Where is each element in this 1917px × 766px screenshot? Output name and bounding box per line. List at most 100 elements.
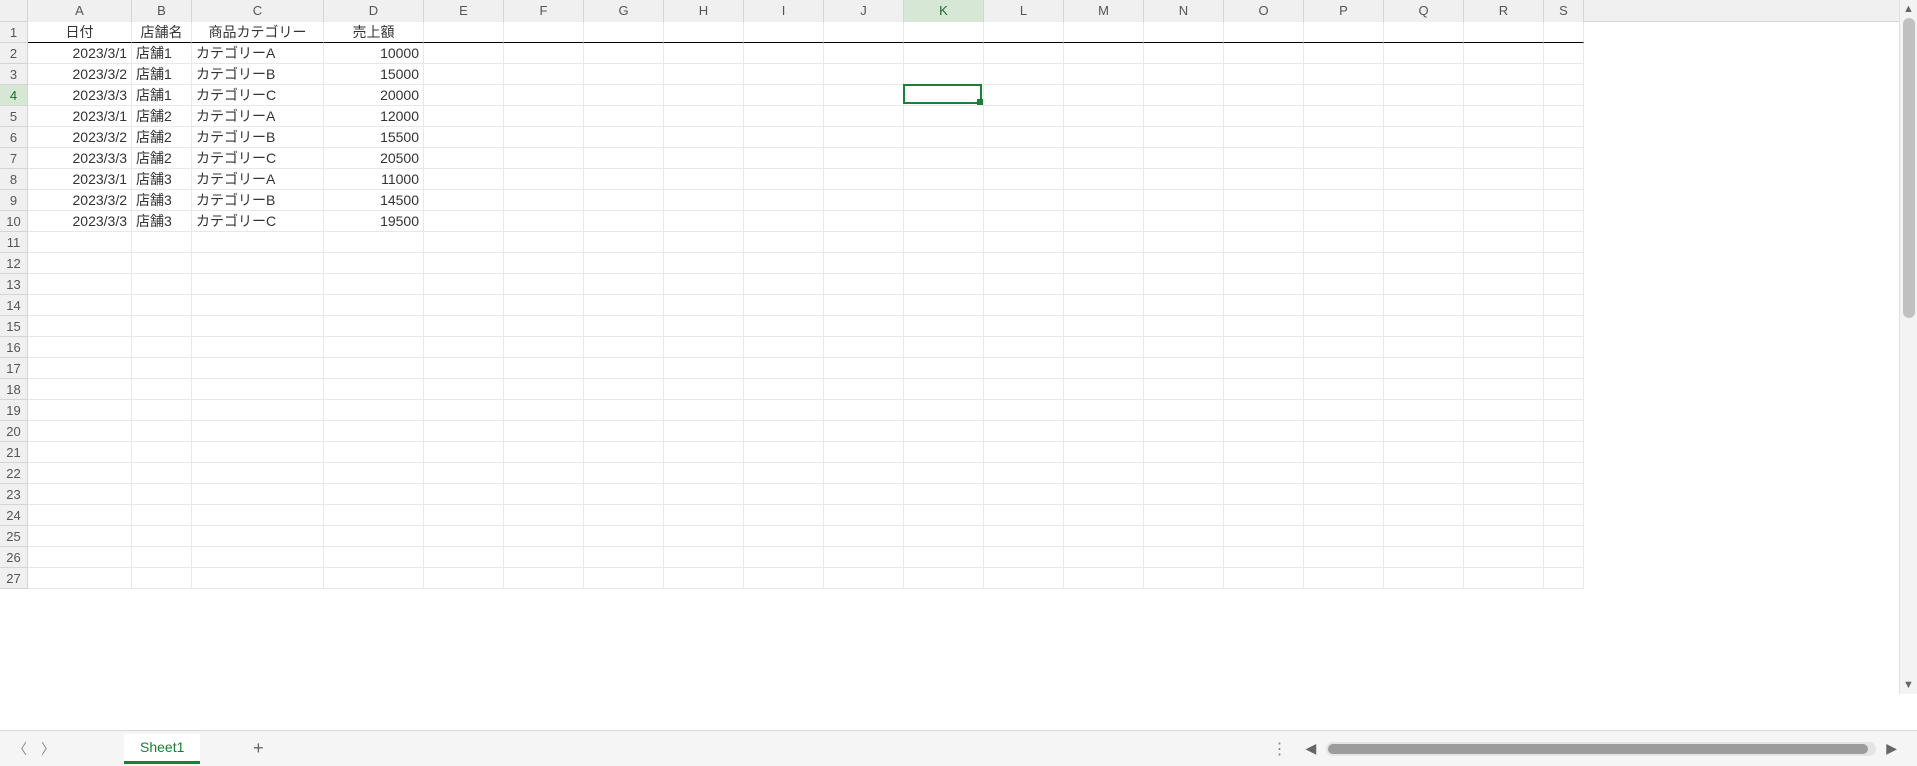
cell-L25[interactable] (984, 526, 1064, 547)
cell-C13[interactable] (192, 274, 324, 295)
cell-J4[interactable] (824, 85, 904, 106)
cell-S24[interactable] (1544, 505, 1584, 526)
cell-Q2[interactable] (1384, 43, 1464, 64)
cell-J14[interactable] (824, 295, 904, 316)
cell-H5[interactable] (664, 106, 744, 127)
cell-E26[interactable] (424, 547, 504, 568)
cell-P18[interactable] (1304, 379, 1384, 400)
cell-G14[interactable] (584, 295, 664, 316)
cell-M11[interactable] (1064, 232, 1144, 253)
cell-R22[interactable] (1464, 463, 1544, 484)
cell-L3[interactable] (984, 64, 1064, 85)
cell-M17[interactable] (1064, 358, 1144, 379)
cell-L17[interactable] (984, 358, 1064, 379)
cell-Q1[interactable] (1384, 22, 1464, 43)
cell-O11[interactable] (1224, 232, 1304, 253)
cell-F3[interactable] (504, 64, 584, 85)
cell-A5[interactable]: 2023/3/1 (28, 106, 132, 127)
cell-P21[interactable] (1304, 442, 1384, 463)
cell-A9[interactable]: 2023/3/2 (28, 190, 132, 211)
cell-K9[interactable] (904, 190, 984, 211)
cell-H9[interactable] (664, 190, 744, 211)
cell-S27[interactable] (1544, 568, 1584, 589)
cell-A26[interactable] (28, 547, 132, 568)
cell-A2[interactable]: 2023/3/1 (28, 43, 132, 64)
cell-Q13[interactable] (1384, 274, 1464, 295)
row-header-6[interactable]: 6 (0, 127, 28, 148)
cell-P23[interactable] (1304, 484, 1384, 505)
cell-P19[interactable] (1304, 400, 1384, 421)
cell-H13[interactable] (664, 274, 744, 295)
cell-N10[interactable] (1144, 211, 1224, 232)
cell-H10[interactable] (664, 211, 744, 232)
cell-R12[interactable] (1464, 253, 1544, 274)
cell-M24[interactable] (1064, 505, 1144, 526)
cell-O21[interactable] (1224, 442, 1304, 463)
cell-Q15[interactable] (1384, 316, 1464, 337)
cell-P17[interactable] (1304, 358, 1384, 379)
cell-L20[interactable] (984, 421, 1064, 442)
cell-M19[interactable] (1064, 400, 1144, 421)
cell-E27[interactable] (424, 568, 504, 589)
row-header-5[interactable]: 5 (0, 106, 28, 127)
vscroll-track[interactable] (1900, 18, 1917, 676)
cell-D6[interactable]: 15500 (324, 127, 424, 148)
cell-C15[interactable] (192, 316, 324, 337)
row-header-24[interactable]: 24 (0, 505, 28, 526)
cell-F14[interactable] (504, 295, 584, 316)
cell-S18[interactable] (1544, 379, 1584, 400)
row-header-4[interactable]: 4 (0, 85, 28, 106)
cell-J17[interactable] (824, 358, 904, 379)
cell-O4[interactable] (1224, 85, 1304, 106)
cell-H27[interactable] (664, 568, 744, 589)
cell-M5[interactable] (1064, 106, 1144, 127)
cell-M8[interactable] (1064, 169, 1144, 190)
cell-Q11[interactable] (1384, 232, 1464, 253)
row-header-18[interactable]: 18 (0, 379, 28, 400)
vscroll-thumb[interactable] (1903, 18, 1915, 318)
cell-E6[interactable] (424, 127, 504, 148)
cell-Q20[interactable] (1384, 421, 1464, 442)
row-header-7[interactable]: 7 (0, 148, 28, 169)
cell-A25[interactable] (28, 526, 132, 547)
cell-A3[interactable]: 2023/3/2 (28, 64, 132, 85)
cell-N26[interactable] (1144, 547, 1224, 568)
cell-S1[interactable] (1544, 22, 1584, 43)
cell-L22[interactable] (984, 463, 1064, 484)
cell-F7[interactable] (504, 148, 584, 169)
column-header-A[interactable]: A (28, 0, 132, 22)
cell-H2[interactable] (664, 43, 744, 64)
cell-R1[interactable] (1464, 22, 1544, 43)
cell-R16[interactable] (1464, 337, 1544, 358)
cell-P4[interactable] (1304, 85, 1384, 106)
cell-A6[interactable]: 2023/3/2 (28, 127, 132, 148)
cell-P27[interactable] (1304, 568, 1384, 589)
cell-K16[interactable] (904, 337, 984, 358)
cell-N12[interactable] (1144, 253, 1224, 274)
cell-I6[interactable] (744, 127, 824, 148)
cell-A7[interactable]: 2023/3/3 (28, 148, 132, 169)
cell-E23[interactable] (424, 484, 504, 505)
cell-E15[interactable] (424, 316, 504, 337)
cell-P20[interactable] (1304, 421, 1384, 442)
cell-A4[interactable]: 2023/3/3 (28, 85, 132, 106)
cell-C2[interactable]: カテゴリーA (192, 43, 324, 64)
cell-E21[interactable] (424, 442, 504, 463)
cell-H19[interactable] (664, 400, 744, 421)
cell-N27[interactable] (1144, 568, 1224, 589)
cell-G19[interactable] (584, 400, 664, 421)
cell-I14[interactable] (744, 295, 824, 316)
cell-E7[interactable] (424, 148, 504, 169)
cell-L11[interactable] (984, 232, 1064, 253)
cell-J22[interactable] (824, 463, 904, 484)
cell-G11[interactable] (584, 232, 664, 253)
cell-C27[interactable] (192, 568, 324, 589)
cell-S11[interactable] (1544, 232, 1584, 253)
cell-N7[interactable] (1144, 148, 1224, 169)
cell-E2[interactable] (424, 43, 504, 64)
cell-B24[interactable] (132, 505, 192, 526)
cell-S2[interactable] (1544, 43, 1584, 64)
cell-N9[interactable] (1144, 190, 1224, 211)
cell-A15[interactable] (28, 316, 132, 337)
cell-K3[interactable] (904, 64, 984, 85)
